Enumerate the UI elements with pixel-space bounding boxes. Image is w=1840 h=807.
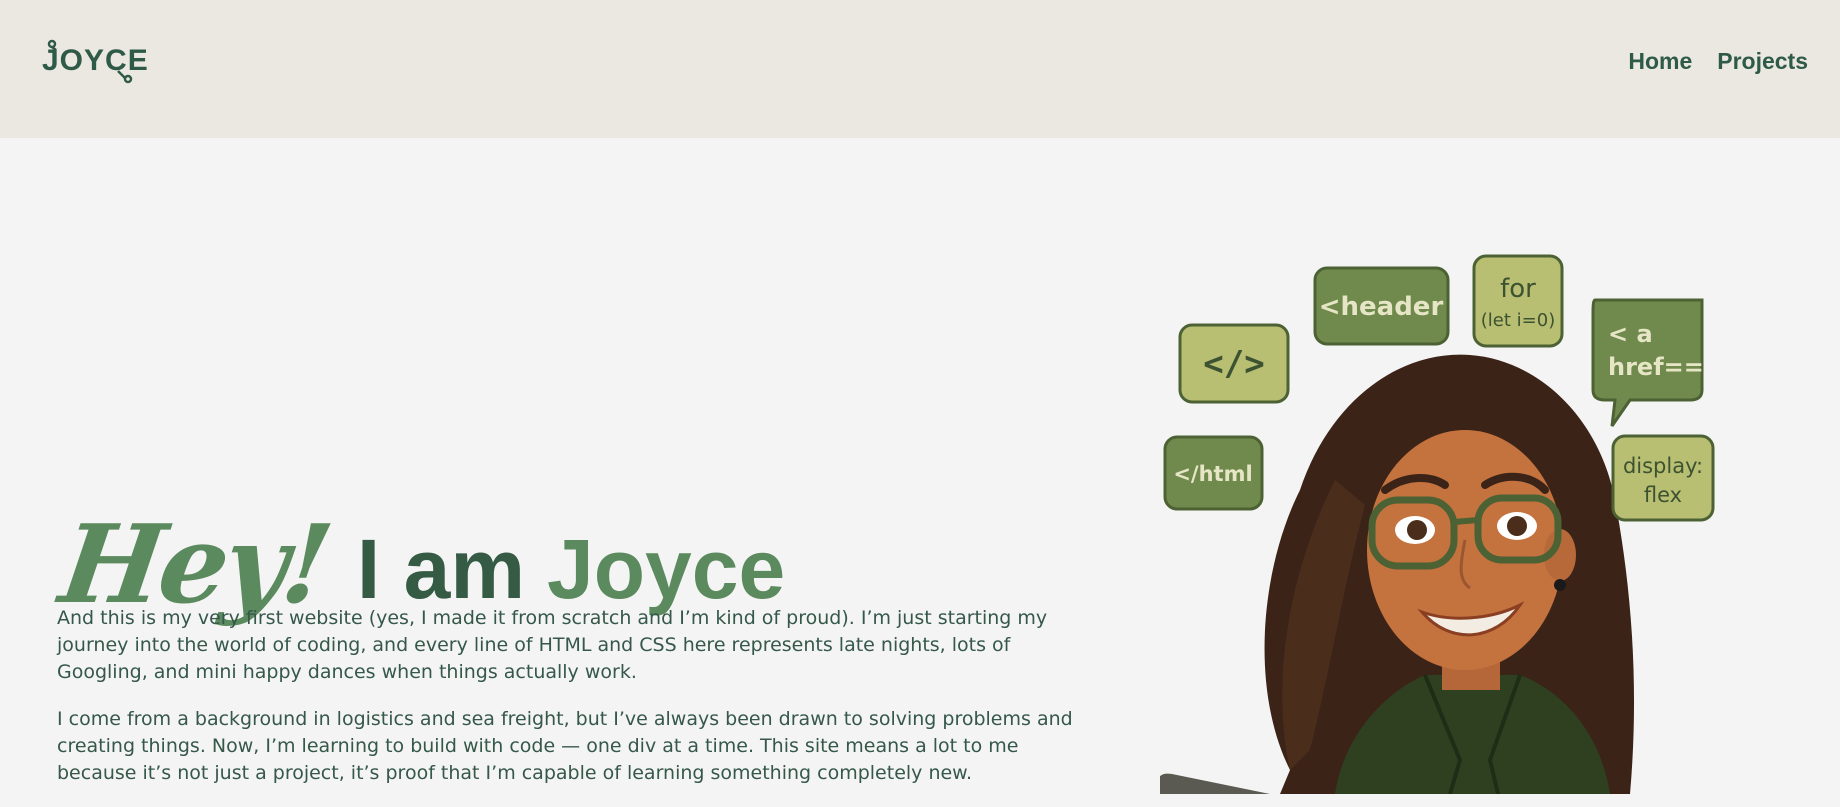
bubble-code-tag: </> (1178, 323, 1290, 404)
bubble-href: < a href== (1591, 298, 1704, 427)
bubble-header: <header (1313, 266, 1450, 346)
intro-text: And this is my very first website (yes, … (57, 605, 1087, 807)
svg-text:(let i=0): (let i=0) (1481, 310, 1555, 331)
bubble-for-loop: for (let i=0) (1472, 254, 1564, 348)
hero-title: Hey! I am Joyce (53, 469, 785, 628)
svg-text:< a: < a (1608, 320, 1653, 348)
nav-home-link[interactable]: Home (1628, 48, 1692, 75)
hero-greeting: Hey! (53, 502, 336, 629)
bubble-html: </html (1163, 435, 1264, 511)
site-header: JOYCE Home Projects (0, 0, 1840, 138)
svg-text:href==: href== (1608, 353, 1704, 381)
svg-text:flex: flex (1644, 483, 1682, 507)
avatar-illustration: </> <header for (let i=0) < a href== </h… (1160, 254, 1715, 794)
intro-paragraph-1: And this is my very first website (yes, … (57, 607, 1048, 683)
svg-text:<header: <header (1319, 292, 1444, 322)
logo-text: JOYCE (42, 44, 148, 77)
logo[interactable]: JOYCE (42, 36, 148, 86)
bubble-display-flex: display: flex (1611, 434, 1715, 522)
svg-text:</>: </> (1203, 344, 1264, 384)
svg-text:for: for (1500, 274, 1536, 304)
intro-paragraph-2: I come from a background in logistics an… (57, 708, 1073, 784)
svg-text:</html: </html (1173, 462, 1252, 486)
svg-text:display:: display: (1623, 454, 1703, 478)
main-nav: Home Projects (1628, 48, 1808, 75)
nav-projects-link[interactable]: Projects (1717, 48, 1808, 75)
